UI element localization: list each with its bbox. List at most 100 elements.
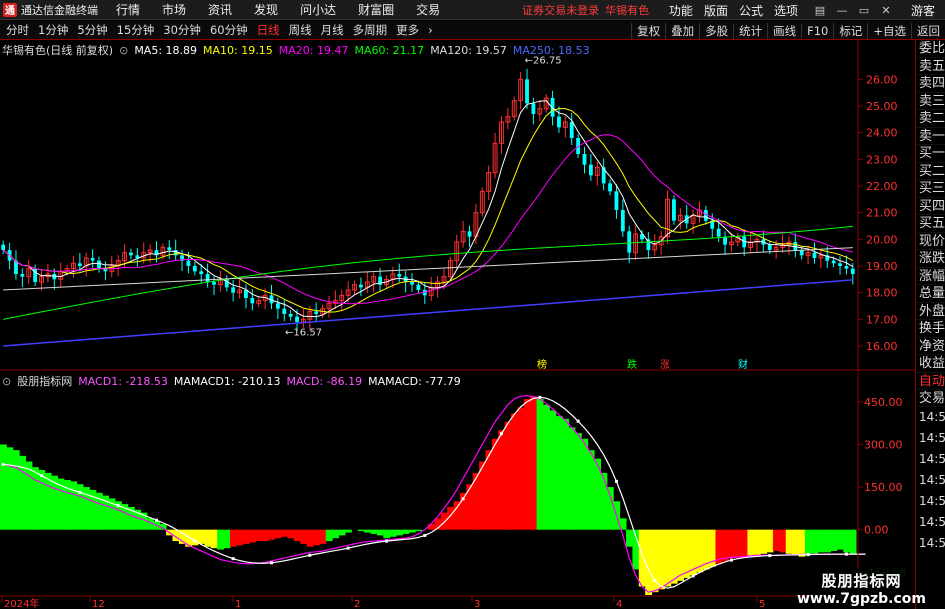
- close-icon[interactable]: ✕: [875, 0, 897, 20]
- candle-body: [129, 252, 133, 256]
- candle-body: [531, 103, 536, 114]
- macd-bar: [0, 444, 7, 530]
- menu-options[interactable]: 选项: [774, 2, 798, 19]
- menu-trade[interactable]: 交易: [416, 1, 440, 18]
- sidebar-quote-11: 现价: [916, 233, 945, 250]
- maximize-icon[interactable]: ▭: [853, 0, 875, 20]
- macd-line: [3, 395, 866, 593]
- period-5min[interactable]: 5分钟: [77, 22, 107, 38]
- macd-bar: [223, 529, 231, 549]
- macd-tick-label: 300.00: [864, 438, 903, 451]
- candle-body: [397, 274, 402, 277]
- menu-news[interactable]: 资讯: [208, 1, 232, 18]
- macd-bar: [587, 450, 595, 530]
- macd-bar: [549, 410, 557, 530]
- tool-bar: 复权 叠加 多股 统计 画线 F10 标记 +自选 返回: [631, 21, 945, 40]
- mamacd-dot: [423, 533, 427, 537]
- menu-ask[interactable]: 问小达: [300, 1, 336, 18]
- tool-overlay[interactable]: 叠加: [665, 22, 699, 39]
- tool-adjust[interactable]: 复权: [631, 22, 665, 39]
- menu-market[interactable]: 行情: [116, 1, 140, 18]
- mamacd-dot: [538, 395, 542, 399]
- tool-add-watchlist[interactable]: +自选: [867, 22, 911, 39]
- period-1min[interactable]: 1分钟: [38, 22, 68, 38]
- tool-mark[interactable]: 标记: [833, 22, 867, 39]
- date-label: 5: [759, 599, 765, 609]
- menu-wealth[interactable]: 财富圈: [358, 1, 394, 18]
- period-daily[interactable]: 日线: [257, 22, 280, 38]
- macd-bar: [741, 529, 748, 559]
- macd-legend: MACD: -86.19: [286, 374, 363, 388]
- period-weekly[interactable]: 周线: [289, 22, 312, 38]
- trade-login-notice[interactable]: 证券交易未登录: [522, 2, 599, 18]
- candle-body: [467, 231, 472, 237]
- sidebar-quote-8: 买三: [916, 180, 945, 198]
- date-label: 2024年: [4, 597, 39, 609]
- period-intraday[interactable]: 分时: [6, 22, 29, 38]
- macd-bar: [357, 529, 365, 532]
- macd-bar: [753, 529, 761, 556]
- candle-body: [844, 266, 849, 269]
- sidebar-time-0: 14:55: [919, 409, 945, 424]
- mamacd-dot: [461, 497, 465, 501]
- stock-title[interactable]: 华锡有色(日线 前复权): [2, 42, 113, 58]
- guest-login[interactable]: 游客: [911, 2, 935, 19]
- macd-bar: [31, 467, 39, 530]
- chart-area[interactable]: 26.00 25.00 24.00 23.00 22.00 21.00 20.00 19.00…: [0, 40, 915, 609]
- more-arrow-icon[interactable]: ›: [428, 23, 433, 37]
- macd-bar: [504, 421, 512, 530]
- sidebar-quote-7: 买二: [916, 163, 945, 180]
- tool-stats[interactable]: 统计: [733, 22, 767, 39]
- menu-discover[interactable]: 发现: [254, 1, 278, 18]
- tool-draw[interactable]: 画线: [767, 22, 801, 39]
- ma120-legend: MA120: 19.57: [430, 43, 507, 57]
- macd-bar: [428, 524, 435, 530]
- tool-multi[interactable]: 多股: [699, 22, 733, 39]
- macd-bar: [491, 438, 499, 530]
- macd-bar: [242, 529, 250, 544]
- period-more[interactable]: 更多: [396, 22, 419, 38]
- kline-chart[interactable]: 26.0025.0024.0023.0022.0021.0020.0019.00…: [0, 40, 915, 609]
- candle-body: [186, 260, 191, 266]
- macd-bar: [370, 529, 378, 534]
- ma60-legend: MA60: 21.17: [354, 43, 425, 57]
- macd-bar: [645, 529, 653, 595]
- period-60min[interactable]: 60分钟: [210, 22, 248, 38]
- menu-formula[interactable]: 公式: [739, 2, 763, 19]
- macd-bar: [198, 529, 205, 544]
- period-15min[interactable]: 15分钟: [117, 22, 155, 38]
- sidebar-auto[interactable]: 自动: [916, 373, 945, 390]
- tool-f10[interactable]: F10: [801, 23, 833, 38]
- mamacd-legend: MAMACD: -77.79: [368, 374, 461, 388]
- sidebar-quote-6: 买一: [916, 145, 945, 163]
- macd-bar: [396, 529, 403, 536]
- ma5-legend: MA5: 18.89: [134, 43, 198, 57]
- menu-function[interactable]: 功能: [669, 2, 693, 19]
- indicator-name[interactable]: 股朋指标网: [17, 373, 72, 389]
- app-logo-icon: 通: [3, 2, 17, 17]
- candle-body: [850, 268, 855, 274]
- skin-icon[interactable]: ▤: [809, 0, 831, 20]
- period-monthly[interactable]: 月线: [321, 22, 344, 38]
- sidebar-trade[interactable]: 交易: [916, 390, 945, 407]
- menu-exchange[interactable]: 市场: [162, 1, 186, 18]
- candle-body: [192, 266, 197, 272]
- legend-gear-icon[interactable]: ⊙: [119, 44, 128, 57]
- period-multi[interactable]: 多周期: [353, 22, 388, 38]
- macd-bar: [772, 529, 780, 551]
- menu-layout[interactable]: 版面: [704, 2, 728, 19]
- candle-body: [77, 263, 82, 266]
- candle-body: [410, 282, 414, 285]
- minimize-icon[interactable]: —: [831, 0, 853, 20]
- indicator-settings-icon[interactable]: ⊙: [2, 375, 11, 388]
- candle-body: [416, 284, 421, 290]
- period-30min[interactable]: 30分钟: [163, 22, 201, 38]
- macd-tick-label: 150.00: [864, 481, 903, 494]
- sidebar-quote-3: 卖三: [916, 93, 945, 110]
- macd-bar: [249, 529, 257, 543]
- candle-body: [282, 308, 287, 314]
- tool-back[interactable]: 返回: [911, 22, 945, 39]
- price-tick-label: 23.00: [866, 153, 898, 166]
- candle-body: [90, 258, 95, 261]
- mamacd-dot: [729, 558, 733, 562]
